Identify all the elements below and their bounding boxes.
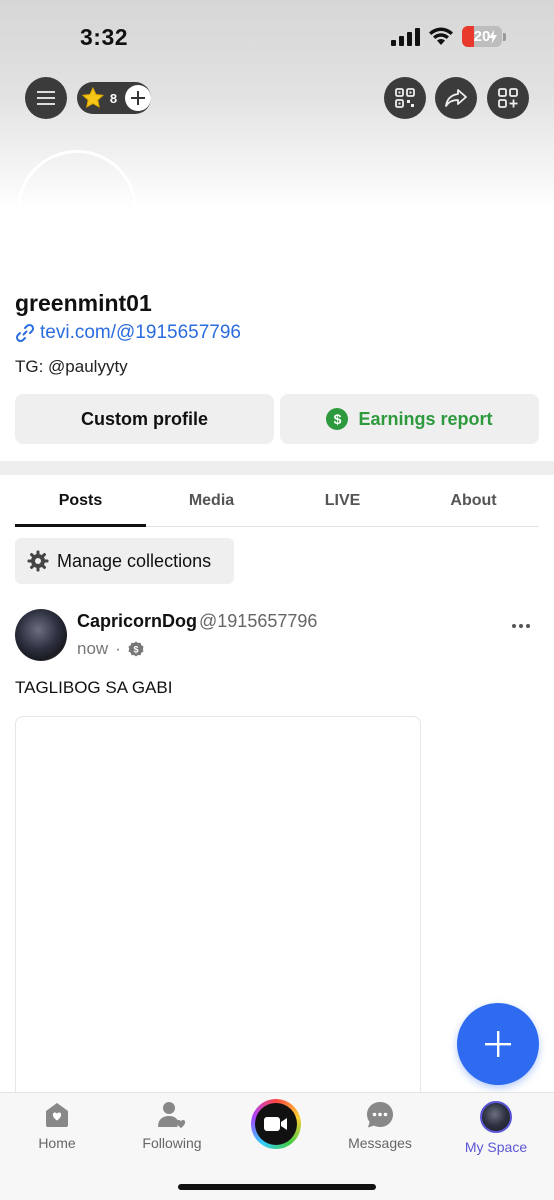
profile-link-text: tevi.com/@1915657796	[40, 322, 241, 343]
add-widget-button[interactable]	[487, 77, 529, 119]
profile-link[interactable]: tevi.com/@1915657796	[15, 322, 241, 344]
profile-bio: TG: @paulyyty	[15, 357, 128, 376]
dollar-icon: $	[326, 408, 349, 430]
profile-username: greenmint01	[15, 290, 152, 316]
paid-content-icon: $	[128, 641, 144, 657]
video-camera-icon	[264, 1117, 287, 1131]
share-button[interactable]	[435, 77, 477, 119]
nav-my-space-label: My Space	[464, 1139, 528, 1155]
post-author-handle: @1915657796	[199, 611, 318, 631]
share-icon	[445, 89, 467, 107]
status-indicators: 20	[391, 26, 506, 47]
svg-text:$: $	[133, 645, 138, 655]
messages-icon	[367, 1102, 393, 1128]
add-grid-icon	[498, 88, 518, 108]
battery-icon: 20	[462, 26, 506, 47]
following-icon	[158, 1102, 186, 1128]
link-icon	[15, 323, 35, 343]
nav-following[interactable]: Following	[122, 1101, 222, 1151]
nav-go-live[interactable]	[251, 1099, 301, 1149]
profile-tabs: Posts Media LIVE About	[15, 476, 539, 527]
plus-icon	[485, 1031, 511, 1057]
manage-collections-button[interactable]: Manage collections	[15, 538, 234, 584]
profile-avatar[interactable]	[17, 150, 137, 270]
home-indicator	[178, 1184, 376, 1190]
star-coin-icon	[82, 87, 104, 108]
tab-posts[interactable]: Posts	[15, 476, 146, 527]
section-divider	[0, 461, 554, 475]
post-meta: now · $	[77, 639, 144, 659]
post-author-avatar[interactable]	[15, 609, 67, 661]
post-media-placeholder[interactable]	[15, 716, 421, 1106]
nav-following-label: Following	[142, 1135, 202, 1151]
plus-icon	[131, 91, 146, 105]
cellular-signal-icon	[391, 27, 420, 46]
meta-separator: ·	[115, 639, 121, 658]
earnings-report-label: Earnings report	[358, 408, 493, 429]
nav-messages-label: Messages	[348, 1135, 412, 1151]
add-coins-button[interactable]	[125, 85, 151, 111]
post-time: now	[77, 639, 109, 658]
menu-icon	[37, 91, 55, 105]
status-time: 3:32	[80, 24, 129, 50]
qr-code-button[interactable]	[384, 77, 426, 119]
coin-count: 8	[109, 90, 118, 106]
qr-code-icon	[395, 88, 415, 108]
avatar	[480, 1101, 512, 1133]
nav-home[interactable]: Home	[7, 1101, 107, 1151]
nav-messages[interactable]: Messages	[330, 1101, 430, 1151]
nav-home-label: Home	[38, 1135, 76, 1151]
post-more-options-icon[interactable]	[512, 624, 530, 628]
nav-my-space[interactable]: My Space	[446, 1101, 546, 1155]
manage-collections-label: Manage collections	[57, 550, 212, 571]
charging-bolt-icon	[489, 29, 497, 44]
post-author[interactable]: CapricornDog @1915657796	[77, 611, 317, 632]
menu-button[interactable]	[25, 77, 67, 119]
tab-about[interactable]: About	[408, 476, 539, 526]
tab-media[interactable]: Media	[146, 476, 277, 526]
coin-balance[interactable]: 8	[77, 82, 151, 114]
gear-icon	[27, 550, 49, 572]
custom-profile-button[interactable]: Custom profile	[15, 394, 274, 444]
create-post-button[interactable]	[457, 1003, 539, 1085]
status-bar: 3:32 20	[0, 0, 554, 70]
post-author-name: CapricornDog	[77, 611, 198, 631]
post-text: TAGLIBOG SA GABI	[15, 678, 173, 697]
wifi-icon	[429, 27, 453, 45]
tab-live[interactable]: LIVE	[277, 476, 408, 526]
custom-profile-label: Custom profile	[80, 408, 208, 429]
earnings-report-button[interactable]: $ Earnings report	[280, 394, 539, 444]
home-icon	[46, 1103, 68, 1127]
